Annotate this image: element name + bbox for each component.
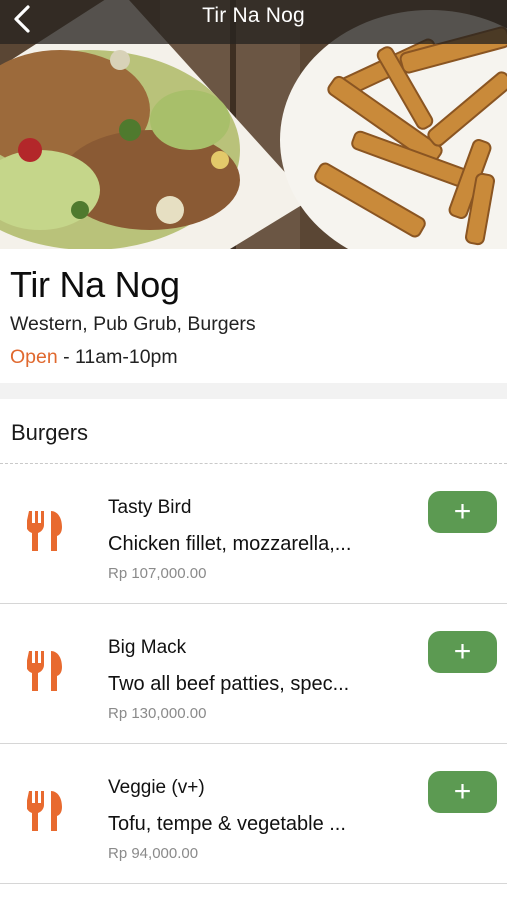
restaurant-info: Tir Na Nog Western, Pub Grub, Burgers Op… — [0, 249, 507, 383]
menu-item[interactable]: Tasty Bird Chicken fillet, mozzarella,..… — [0, 465, 507, 604]
item-name: Tasty Bird — [108, 497, 192, 518]
item-price: Rp 94,000.00 — [108, 845, 199, 862]
item-name: Big Mack — [108, 637, 187, 658]
restaurant-name: Tir Na Nog — [10, 264, 180, 305]
restaurant-cuisine: Western, Pub Grub, Burgers — [10, 313, 256, 335]
restaurant-hours: Open - 11am-10pm — [10, 346, 178, 369]
opening-hours: - 11am-10pm — [57, 346, 178, 368]
fork-knife-icon — [27, 791, 62, 831]
menu-section-title: Burgers — [11, 420, 89, 445]
section-divider — [0, 383, 507, 399]
fork-knife-icon — [27, 651, 62, 691]
menu-item[interactable]: Veggie (v+) Tofu, tempe & vegetable ... … — [0, 745, 507, 884]
item-price: Rp 107,000.00 — [108, 565, 207, 582]
item-description: Two all beef patties, spec... — [108, 673, 350, 695]
menu-item[interactable]: Big Mack Two all beef patties, spec... R… — [0, 605, 507, 744]
item-description: Chicken fillet, mozzarella,... — [108, 533, 352, 555]
page-title: Tir Na Nog — [202, 4, 305, 27]
add-item-button[interactable]: + — [428, 771, 497, 813]
add-item-button[interactable]: + — [428, 631, 497, 673]
dashed-divider — [0, 463, 507, 464]
fork-knife-icon — [27, 511, 62, 551]
top-bar: Tir Na Nog — [0, 0, 507, 44]
add-item-button[interactable]: + — [428, 491, 497, 533]
item-price: Rp 130,000.00 — [108, 705, 207, 722]
item-name: Veggie (v+) — [108, 777, 205, 798]
item-description: Tofu, tempe & vegetable ... — [108, 813, 346, 835]
open-status: Open — [10, 346, 58, 368]
